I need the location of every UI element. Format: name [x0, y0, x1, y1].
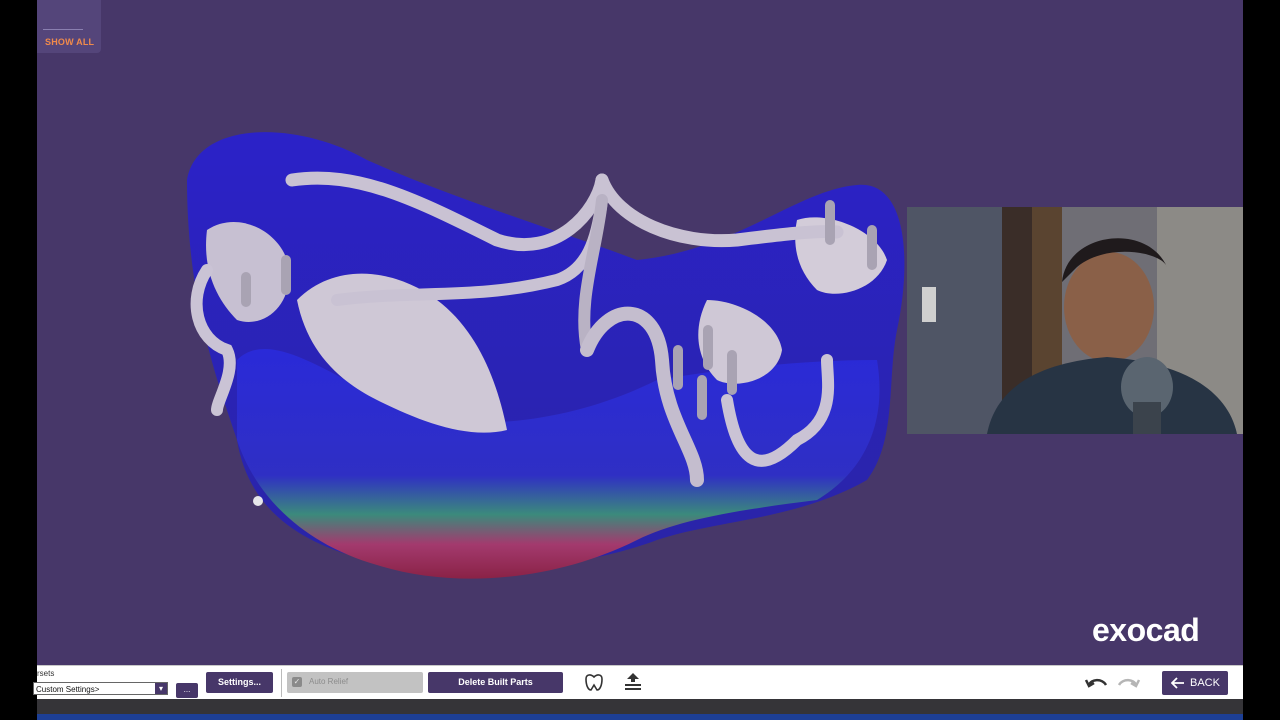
upload-layers-icon[interactable] — [621, 671, 645, 693]
webcam-overlay — [907, 207, 1243, 434]
checkbox-icon[interactable]: ✓ — [292, 677, 302, 687]
show-all-label: SHOW ALL — [45, 37, 95, 47]
letterbox-left — [0, 0, 37, 720]
delete-built-parts-button[interactable]: Delete Built Parts — [428, 672, 563, 693]
status-strip — [37, 699, 1243, 714]
back-label: BACK — [1190, 677, 1220, 689]
bottom-toolbar: rsets Custom Settings> ▾ ... Settings...… — [33, 665, 1243, 700]
auto-relief-label: Auto Relief — [309, 677, 349, 686]
presets-value: Custom Settings> — [36, 685, 100, 694]
3d-viewport[interactable]: SHOW ALL exocad — [37, 0, 1243, 665]
show-all-button[interactable]: SHOW ALL — [37, 0, 101, 53]
undo-icon[interactable] — [1084, 674, 1110, 694]
settings-button[interactable]: Settings... — [206, 672, 273, 693]
presets-more-button[interactable]: ... — [176, 683, 198, 698]
presets-label: rsets — [37, 669, 55, 678]
redo-icon[interactable] — [1115, 674, 1141, 694]
auto-relief-checkbox[interactable]: ✓ Auto Relief — [287, 672, 423, 693]
toolbar-separator — [281, 669, 282, 697]
back-arrow-icon — [1171, 677, 1184, 689]
presets-select[interactable]: Custom Settings> ▾ — [33, 682, 168, 695]
chevron-down-icon[interactable]: ▾ — [155, 683, 167, 694]
exocad-logo: exocad — [1092, 612, 1200, 648]
back-button[interactable]: BACK — [1162, 671, 1228, 695]
divider — [43, 29, 83, 30]
crown-icon[interactable] — [582, 671, 606, 693]
webcam-person-image — [907, 207, 1243, 434]
letterbox-right — [1243, 0, 1280, 720]
desktop-background — [37, 714, 1243, 720]
